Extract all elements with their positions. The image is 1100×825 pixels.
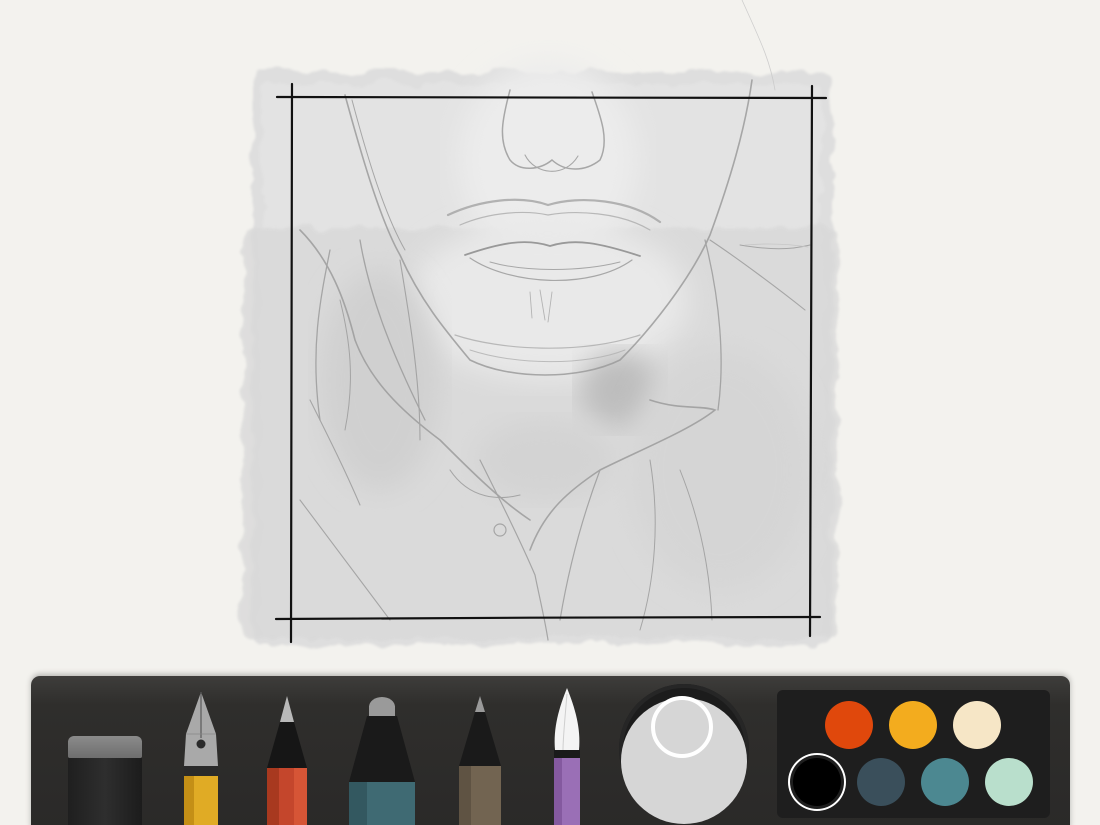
color-palette (777, 690, 1050, 818)
eraser-icon[interactable] (68, 736, 142, 825)
swatch-cream[interactable] (953, 701, 1001, 749)
eraser-cap (68, 736, 142, 758)
swatch-black[interactable] (793, 758, 841, 806)
eraser-body (68, 758, 142, 825)
fountain-pen-icon[interactable] (182, 692, 220, 825)
swatch-yellow[interactable] (889, 701, 937, 749)
swatch-teal[interactable] (921, 758, 969, 806)
drawing-canvas[interactable] (0, 0, 1100, 680)
watercolor-wash (242, 60, 837, 644)
swatch-slate[interactable] (857, 758, 905, 806)
pencil-icon[interactable] (267, 696, 307, 825)
fine-pen-icon[interactable] (459, 696, 501, 825)
swatch-mint[interactable] (985, 758, 1033, 806)
app-window (0, 0, 1100, 825)
brush-icon[interactable] (551, 688, 583, 825)
marker-icon[interactable] (349, 696, 415, 825)
swatch-orange[interactable] (825, 701, 873, 749)
tool-tray (31, 676, 1070, 825)
mixer-handle[interactable] (651, 696, 713, 758)
color-mixer-icon[interactable] (619, 684, 749, 824)
